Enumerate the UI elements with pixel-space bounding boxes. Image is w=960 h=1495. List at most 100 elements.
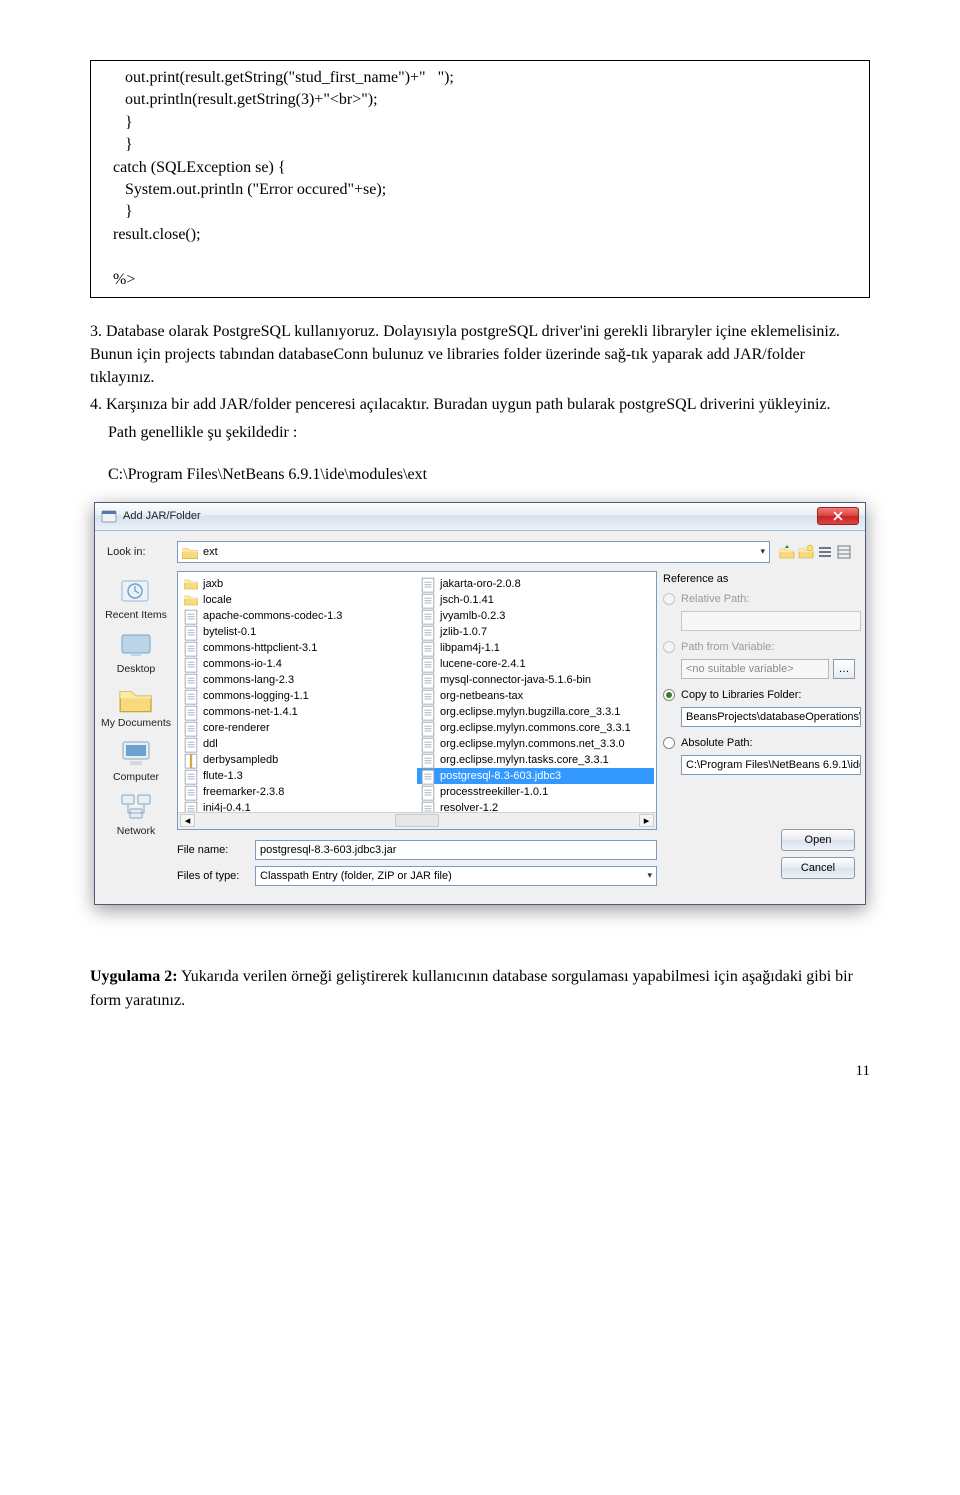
list-item-3: 3. Database olarak PostgreSQL kullanıyor…: [90, 320, 870, 390]
uygulama-paragraph: Uygulama 2: Yukarıda verilen örneği geli…: [90, 965, 870, 1013]
file-item[interactable]: locale: [180, 592, 417, 608]
reference-panel: Reference as Relative Path: Path from Va…: [657, 571, 865, 904]
lookin-select[interactable]: ext ▾: [177, 541, 770, 563]
file-item[interactable]: org-netbeans-tax: [417, 688, 654, 704]
details-view-icon[interactable]: [835, 543, 853, 561]
file-name: jsch-0.1.41: [440, 594, 494, 606]
file-item[interactable]: ini4j-0.4.1: [180, 800, 417, 812]
copy-to-libraries-input[interactable]: BeansProjects\databaseOperations\lib: [681, 707, 861, 727]
file-icon: [184, 689, 198, 703]
dialog-titlebar[interactable]: Add JAR/Folder: [95, 503, 865, 531]
file-item[interactable]: commons-lang-2.3: [180, 672, 417, 688]
file-item[interactable]: commons-logging-1.1: [180, 688, 417, 704]
file-icon: [421, 721, 435, 735]
file-item[interactable]: commons-io-1.4: [180, 656, 417, 672]
list-item-4: 4. Karşınıza bir add JAR/folder penceres…: [90, 393, 870, 416]
file-item[interactable]: org.eclipse.mylyn.bugzilla.core_3.3.1: [417, 704, 654, 720]
file-name: locale: [203, 594, 232, 606]
scroll-left-icon[interactable]: ◂: [180, 814, 195, 827]
file-name: org.eclipse.mylyn.tasks.core_3.3.1: [440, 754, 609, 766]
radio-copy-to-libraries[interactable]: Copy to Libraries Folder:: [663, 689, 855, 701]
file-item[interactable]: resolver-1.2: [417, 800, 654, 812]
code-sample-box: out.print(result.getString("stud_first_n…: [90, 60, 870, 298]
file-icon: [421, 625, 435, 639]
place-network[interactable]: Network: [100, 791, 172, 837]
folder-icon: [184, 593, 198, 607]
file-name: commons-logging-1.1: [203, 690, 309, 702]
horizontal-scrollbar[interactable]: ◂ ▸: [178, 812, 656, 829]
file-item[interactable]: jsch-0.1.41: [417, 592, 654, 608]
file-item[interactable]: apache-commons-codec-1.3: [180, 608, 417, 624]
file-icon: [421, 657, 435, 671]
file-name: commons-lang-2.3: [203, 674, 294, 686]
radio-path-from-variable[interactable]: Path from Variable:: [663, 641, 855, 653]
cancel-button[interactable]: Cancel: [781, 857, 855, 879]
place-mydocs[interactable]: My Documents: [100, 683, 172, 729]
filetype-label: Files of type:: [177, 870, 255, 882]
file-item[interactable]: jaxb: [180, 576, 417, 592]
list-view-icon[interactable]: [816, 543, 834, 561]
filetype-select[interactable]: Classpath Entry (folder, ZIP or JAR file…: [255, 866, 657, 886]
file-item[interactable]: ddl: [180, 736, 417, 752]
file-item[interactable]: jzlib-1.0.7: [417, 624, 654, 640]
file-item[interactable]: bytelist-0.1: [180, 624, 417, 640]
lookin-value: ext: [203, 546, 218, 558]
add-jar-folder-dialog: Add JAR/Folder Look in: ext ▾ Recent Ite…: [94, 502, 866, 905]
file-list[interactable]: jaxb locale apache-commons-codec-1.3byteli…: [178, 572, 656, 812]
file-name: derbysampledb: [203, 754, 278, 766]
file-item[interactable]: jvyamlb-0.2.3: [417, 608, 654, 624]
scroll-right-icon[interactable]: ▸: [639, 814, 654, 827]
file-item[interactable]: lucene-core-2.4.1: [417, 656, 654, 672]
scroll-thumb[interactable]: [395, 814, 439, 827]
filename-input[interactable]: postgresql-8.3-603.jdbc3.jar: [255, 840, 657, 860]
file-item[interactable]: derbysampledb: [180, 752, 417, 768]
file-item[interactable]: libpam4j-1.1: [417, 640, 654, 656]
file-icon: [421, 673, 435, 687]
file-icon: [184, 609, 198, 623]
file-name: jzlib-1.0.7: [440, 626, 487, 638]
code-text: out.print(result.getString("stud_first_n…: [105, 69, 454, 288]
file-item[interactable]: freemarker-2.3.8: [180, 784, 417, 800]
file-icon: [184, 721, 198, 735]
file-item[interactable]: flute-1.3: [180, 768, 417, 784]
radio-icon: [663, 689, 675, 701]
file-item[interactable]: commons-httpclient-3.1: [180, 640, 417, 656]
file-icon: [421, 641, 435, 655]
file-item[interactable]: core-renderer: [180, 720, 417, 736]
radio-relative-path[interactable]: Relative Path:: [663, 593, 855, 605]
relative-path-input: [681, 611, 861, 631]
file-name: core-renderer: [203, 722, 270, 734]
file-icon: [421, 593, 435, 607]
chevron-down-icon: ▾: [647, 870, 652, 881]
radio-absolute-path[interactable]: Absolute Path:: [663, 737, 855, 749]
file-icon: [421, 753, 435, 767]
close-button[interactable]: [817, 507, 859, 525]
page-number: 11: [90, 1063, 870, 1080]
place-desktop[interactable]: Desktop: [100, 629, 172, 675]
file-item[interactable]: org.eclipse.mylyn.commons.net_3.3.0: [417, 736, 654, 752]
file-name: mysql-connector-java-5.1.6-bin: [440, 674, 591, 686]
filename-label: File name:: [177, 844, 255, 856]
place-recent[interactable]: Recent Items: [100, 575, 172, 621]
open-button[interactable]: Open: [781, 829, 855, 851]
file-item[interactable]: processtreekiller-1.0.1: [417, 784, 654, 800]
up-folder-icon[interactable]: [778, 543, 796, 561]
new-folder-icon[interactable]: [797, 543, 815, 561]
file-item[interactable]: mysql-connector-java-5.1.6-bin: [417, 672, 654, 688]
file-name: org.eclipse.mylyn.commons.core_3.3.1: [440, 722, 631, 734]
file-icon: [421, 577, 435, 591]
absolute-path-input[interactable]: C:\Program Files\NetBeans 6.9.1\ide\m: [681, 755, 861, 775]
file-name: org-netbeans-tax: [440, 690, 523, 702]
file-name: org.eclipse.mylyn.commons.net_3.3.0: [440, 738, 625, 750]
file-name: commons-net-1.4.1: [203, 706, 298, 718]
file-item[interactable]: org.eclipse.mylyn.commons.core_3.3.1: [417, 720, 654, 736]
place-computer[interactable]: Computer: [100, 737, 172, 783]
file-item[interactable]: jakarta-oro-2.0.8: [417, 576, 654, 592]
reference-as-label: Reference as: [663, 573, 855, 585]
file-item[interactable]: org.eclipse.mylyn.tasks.core_3.3.1: [417, 752, 654, 768]
file-item[interactable]: commons-net-1.4.1: [180, 704, 417, 720]
file-item[interactable]: postgresql-8.3-603.jdbc3: [417, 768, 654, 784]
lookin-label: Look in:: [107, 546, 177, 558]
browse-variable-button[interactable]: …: [833, 659, 855, 679]
folder-icon: [182, 545, 198, 559]
